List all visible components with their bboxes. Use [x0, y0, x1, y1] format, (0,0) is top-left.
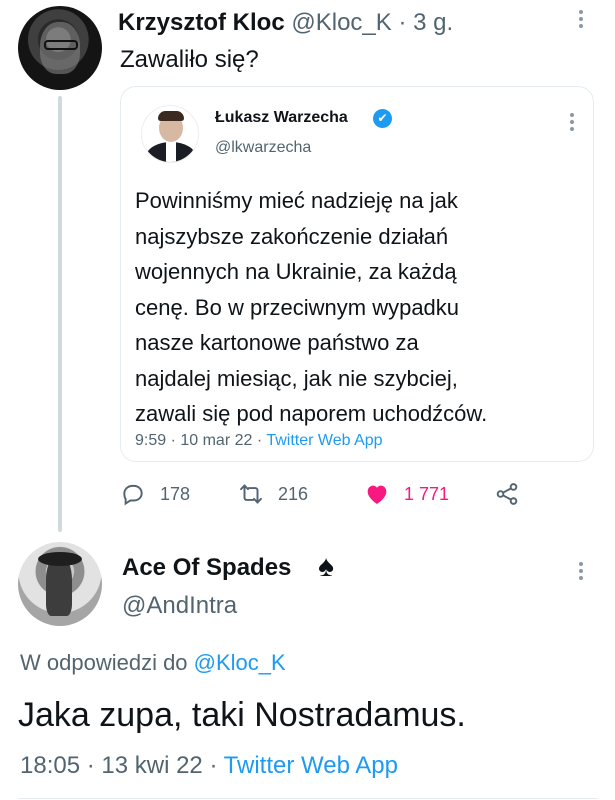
- reply-author-name[interactable]: Ace Of Spades: [122, 554, 291, 582]
- author-name[interactable]: Krzysztof Kloc: [118, 9, 285, 36]
- reply-button[interactable]: 178: [120, 478, 190, 510]
- reply-text: Jaka zupa, taki Nostradamus.: [18, 696, 466, 734]
- reply-author-handle[interactable]: @AndIntra: [122, 592, 237, 620]
- more-icon[interactable]: [577, 10, 585, 34]
- retweet-icon: [240, 484, 262, 504]
- heart-icon: [367, 485, 387, 504]
- author-handle[interactable]: @Kloc_K: [291, 9, 391, 36]
- quoted-author-avatar[interactable]: [141, 105, 199, 163]
- replying-to-line: W odpowiedzi do @Kloc_K: [20, 650, 286, 676]
- tweet-text: Zawaliło się?: [120, 46, 259, 73]
- quoted-tweet-text: Powinniśmy mieć nadzieję na jak najszybs…: [135, 188, 488, 426]
- retweet-button[interactable]: 216: [238, 478, 308, 510]
- tweet-header: Krzysztof Kloc @Kloc_K · 3 g.: [118, 8, 453, 38]
- avatar-glasses: [44, 40, 78, 50]
- meta-separator: ·: [398, 9, 407, 36]
- tweet-time[interactable]: 3 g.: [413, 9, 453, 36]
- quoted-source-link[interactable]: Twitter Web App: [266, 432, 382, 449]
- author-avatar[interactable]: [18, 6, 102, 90]
- quoted-author-name[interactable]: Łukasz Warzecha: [215, 109, 348, 127]
- share-icon: [496, 483, 518, 505]
- replying-prefix: W odpowiedzi do: [20, 650, 194, 675]
- divider: [18, 798, 598, 799]
- reply-source-link[interactable]: Twitter Web App: [224, 752, 398, 779]
- quoted-timestamp: 9:59 · 10 mar 22 ·: [135, 432, 267, 449]
- more-icon[interactable]: [568, 113, 576, 137]
- quoted-tweet-meta: 9:59 · 10 mar 22 · Twitter Web App: [135, 432, 383, 450]
- thread-line: [58, 96, 62, 532]
- like-button[interactable]: 1 771: [364, 478, 449, 510]
- reply-timestamp: 18:05 · 13 kwi 22 ·: [20, 752, 224, 779]
- quoted-tweet-card[interactable]: Łukasz Warzecha ✔ @lkwarzecha Powinniśmy…: [120, 86, 594, 462]
- reply-icon: [123, 484, 143, 506]
- main-tweet[interactable]: Krzysztof Kloc @Kloc_K · 3 g. Zawaliło s…: [0, 0, 615, 532]
- quoted-author-handle[interactable]: @lkwarzecha: [215, 139, 311, 157]
- reply-author-avatar[interactable]: [18, 542, 102, 626]
- reply-meta: 18:05 · 13 kwi 22 · Twitter Web App: [20, 752, 398, 780]
- share-button[interactable]: [494, 478, 534, 510]
- replying-to-mention[interactable]: @Kloc_K: [194, 650, 286, 675]
- reply-count: 178: [160, 483, 191, 504]
- retweet-count: 216: [278, 483, 309, 504]
- like-count: 1 771: [404, 483, 450, 504]
- verified-badge-icon: ✔: [373, 109, 392, 128]
- spade-emoji: ♠: [318, 550, 334, 583]
- more-icon[interactable]: [577, 562, 585, 586]
- tweet-actions: 178 216 1 771: [120, 478, 600, 512]
